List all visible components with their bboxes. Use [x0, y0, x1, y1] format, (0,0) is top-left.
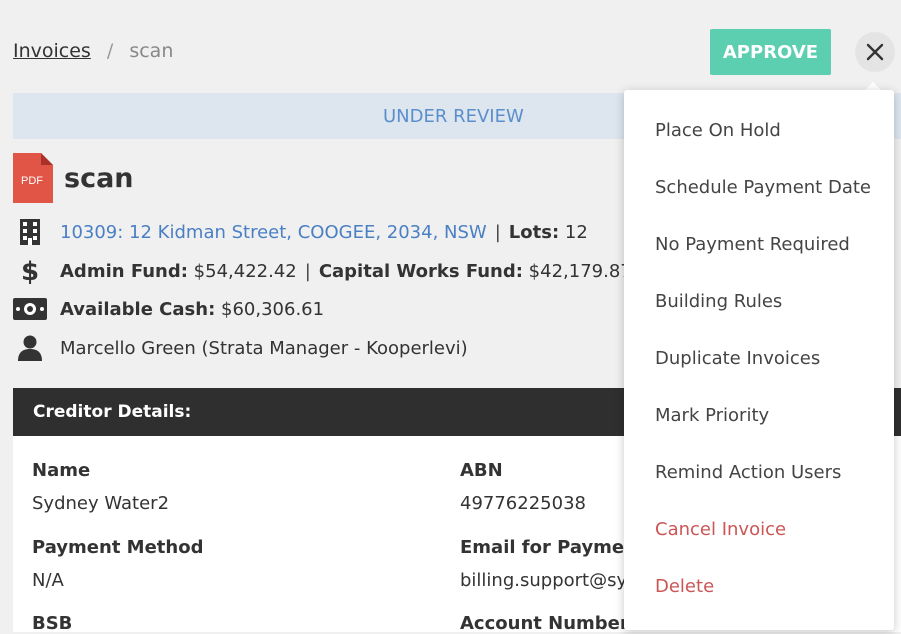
status-label: UNDER REVIEW	[383, 106, 524, 127]
admin-fund-label: Admin Fund:	[60, 260, 188, 282]
lots-label: Lots:	[508, 221, 560, 243]
available-cash-value: $60,306.61	[221, 298, 325, 320]
building-address-link[interactable]: 10309: 12 Kidman Street, COOGEE, 2034, N…	[60, 222, 487, 243]
separator: |	[494, 221, 501, 243]
document-title: scan	[64, 162, 134, 194]
banknote-icon	[13, 298, 47, 320]
menu-item-building-rules[interactable]: Building Rules	[655, 291, 782, 312]
close-button[interactable]	[855, 32, 895, 72]
lots-value: 12	[564, 221, 588, 243]
available-cash-label: Available Cash:	[60, 298, 216, 320]
email-for-payment-value: billing.support@syc	[460, 570, 638, 591]
svg-text:$: $	[21, 257, 39, 285]
breadcrumb-separator: /	[106, 40, 114, 62]
breadcrumb: Invoices / scan	[13, 40, 173, 62]
capital-works-label: Capital Works Fund:	[318, 260, 523, 282]
approve-button[interactable]: APPROVE	[710, 29, 831, 75]
email-for-payment-label: Email for Payment	[460, 537, 646, 558]
pdf-icon-label: PDF	[21, 175, 43, 187]
pdf-file-icon: PDF	[13, 153, 53, 203]
menu-item-no-payment-required[interactable]: No Payment Required	[655, 234, 850, 255]
menu-item-mark-priority[interactable]: Mark Priority	[655, 405, 769, 426]
actions-menu: Place On Hold Schedule Payment Date No P…	[624, 90, 894, 630]
breadcrumb-current: scan	[129, 40, 174, 62]
document-heading: PDF scan	[13, 153, 134, 203]
strata-manager-name: Marcello Green (Strata Manager - Kooperl…	[60, 337, 468, 359]
menu-item-place-on-hold[interactable]: Place On Hold	[655, 120, 781, 141]
payment-method-value: N/A	[32, 570, 64, 591]
person-icon	[13, 335, 47, 361]
menu-item-delete[interactable]: Delete	[655, 576, 714, 597]
dollar-icon: $	[13, 257, 47, 285]
menu-item-duplicate-invoices[interactable]: Duplicate Invoices	[655, 348, 820, 369]
name-value: Sydney Water2	[32, 493, 170, 514]
capital-works-value: $42,179.87	[528, 260, 632, 282]
cash-row: Available Cash: $60,306.61	[13, 294, 324, 324]
building-row: 10309: 12 Kidman Street, COOGEE, 2034, N…	[13, 217, 588, 247]
menu-item-remind-action-users[interactable]: Remind Action Users	[655, 462, 841, 483]
abn-value: 49776225038	[460, 493, 586, 514]
breadcrumb-invoices-link[interactable]: Invoices	[13, 40, 91, 62]
menu-item-schedule-payment-date[interactable]: Schedule Payment Date	[655, 177, 871, 198]
funds-row: $ Admin Fund: $54,422.42 | Capital Works…	[13, 256, 680, 286]
creditor-details-title: Creditor Details:	[33, 402, 192, 422]
admin-fund-value: $54,422.42	[193, 260, 297, 282]
abn-label: ABN	[460, 460, 503, 481]
bsb-label: BSB	[32, 613, 73, 634]
account-number-label: Account Number	[460, 613, 629, 634]
manager-row: Marcello Green (Strata Manager - Kooperl…	[13, 333, 468, 363]
building-icon	[13, 219, 47, 245]
close-icon	[866, 43, 884, 61]
menu-item-cancel-invoice[interactable]: Cancel Invoice	[655, 519, 786, 540]
name-label: Name	[32, 460, 91, 481]
payment-method-label: Payment Method	[32, 537, 204, 558]
separator: |	[304, 260, 311, 282]
